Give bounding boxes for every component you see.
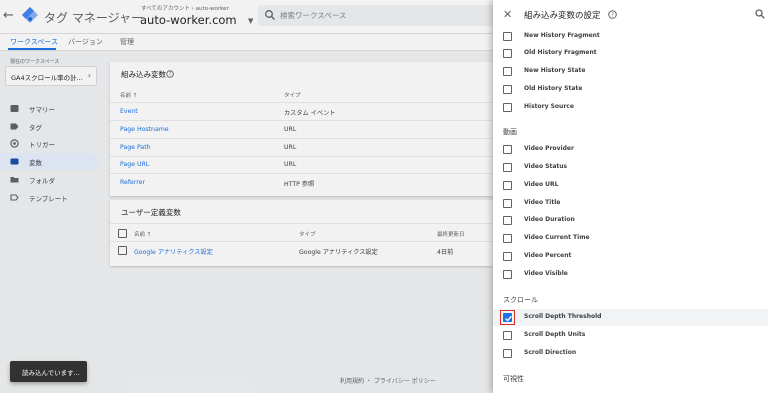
variable-option-row[interactable]: Old History Fragment <box>493 45 768 62</box>
variable-checkbox[interactable] <box>503 199 512 208</box>
variable-checkbox-checked[interactable] <box>503 313 512 322</box>
panel-header: ✕ 組み込み変数の設定 ? <box>493 0 768 31</box>
variable-checkbox[interactable] <box>503 49 512 58</box>
variable-option-label: New History Fragment <box>524 32 600 39</box>
variable-checkbox[interactable] <box>503 252 512 261</box>
variable-checkbox[interactable] <box>503 234 512 243</box>
variable-option-row[interactable]: History Source <box>493 99 768 116</box>
variable-option-label: Scroll Direction <box>524 349 577 356</box>
variable-checkbox[interactable] <box>503 163 512 172</box>
variable-option-row[interactable]: Old History State <box>493 81 768 98</box>
variable-checkbox[interactable] <box>503 32 512 41</box>
variable-option-row[interactable]: Video Visible <box>493 266 768 283</box>
variable-checkbox[interactable] <box>503 331 512 340</box>
variable-option-row[interactable]: Video URL <box>493 177 768 194</box>
variable-option-label: Video Title <box>524 199 561 206</box>
variable-option-label: Scroll Depth Units <box>524 331 586 338</box>
builtin-variables-config-panel: ✕ 組み込み変数の設定 ? New History Fragment Old H… <box>493 0 768 393</box>
toast-text: 読み込んでいます... <box>22 369 80 377</box>
section-heading-video: 動画 <box>503 128 517 136</box>
section-heading-visibility: 可視性 <box>503 375 524 383</box>
variable-option-row[interactable]: Video Percent <box>493 248 768 265</box>
variable-checkbox[interactable] <box>503 270 512 279</box>
close-icon[interactable]: ✕ <box>503 8 512 21</box>
variable-option-row[interactable]: Video Title <box>493 195 768 212</box>
variable-option-label: Video Visible <box>524 270 568 277</box>
variable-checkbox[interactable] <box>503 216 512 225</box>
help-icon[interactable]: ? <box>608 10 617 19</box>
variable-option-label: History Source <box>524 103 574 110</box>
variable-option-label: New History State <box>524 67 586 74</box>
panel-title: 組み込み変数の設定 <box>524 11 601 21</box>
variable-checkbox[interactable] <box>503 67 512 76</box>
footer-links[interactable]: 利用規約 ・ プライバシー ポリシー <box>340 376 436 385</box>
overlay-scrim[interactable] <box>0 0 493 393</box>
variable-checkbox[interactable] <box>503 85 512 94</box>
variable-option-row[interactable]: New History State <box>493 63 768 80</box>
variable-option-label: Video Duration <box>524 216 575 223</box>
variable-checkbox[interactable] <box>503 349 512 358</box>
variable-option-row[interactable]: Video Duration <box>493 212 768 229</box>
section-heading-scroll: スクロール <box>503 296 538 304</box>
variable-option-label: Video Current Time <box>524 234 590 241</box>
variable-option-row[interactable]: New History Fragment <box>493 28 768 45</box>
variable-option-row[interactable]: Video Current Time <box>493 230 768 247</box>
variable-option-label: Old History Fragment <box>524 49 597 56</box>
variable-option-row[interactable]: Video Status <box>493 159 768 176</box>
variable-option-row[interactable]: Scroll Depth Units <box>493 327 768 344</box>
variable-option-row[interactable]: Scroll Depth Threshold <box>493 309 768 326</box>
variable-option-label: Video URL <box>524 181 559 188</box>
svg-text:?: ? <box>611 12 614 18</box>
variable-checkbox[interactable] <box>503 103 512 112</box>
variable-option-label: Scroll Depth Threshold <box>524 313 602 320</box>
variable-option-label: Video Percent <box>524 252 572 259</box>
variable-option-label: Old History State <box>524 85 583 92</box>
loading-toast: 読み込んでいます... <box>10 361 87 382</box>
variable-option-label: Video Status <box>524 163 568 170</box>
check-icon <box>505 315 512 322</box>
variable-option-row[interactable]: Scroll Direction <box>493 345 768 362</box>
variable-checkbox[interactable] <box>503 181 512 190</box>
search-icon[interactable] <box>755 9 765 19</box>
variable-checkbox[interactable] <box>503 145 512 154</box>
variable-option-row[interactable]: Video Provider <box>493 141 768 158</box>
variable-option-label: Video Provider <box>524 145 574 152</box>
